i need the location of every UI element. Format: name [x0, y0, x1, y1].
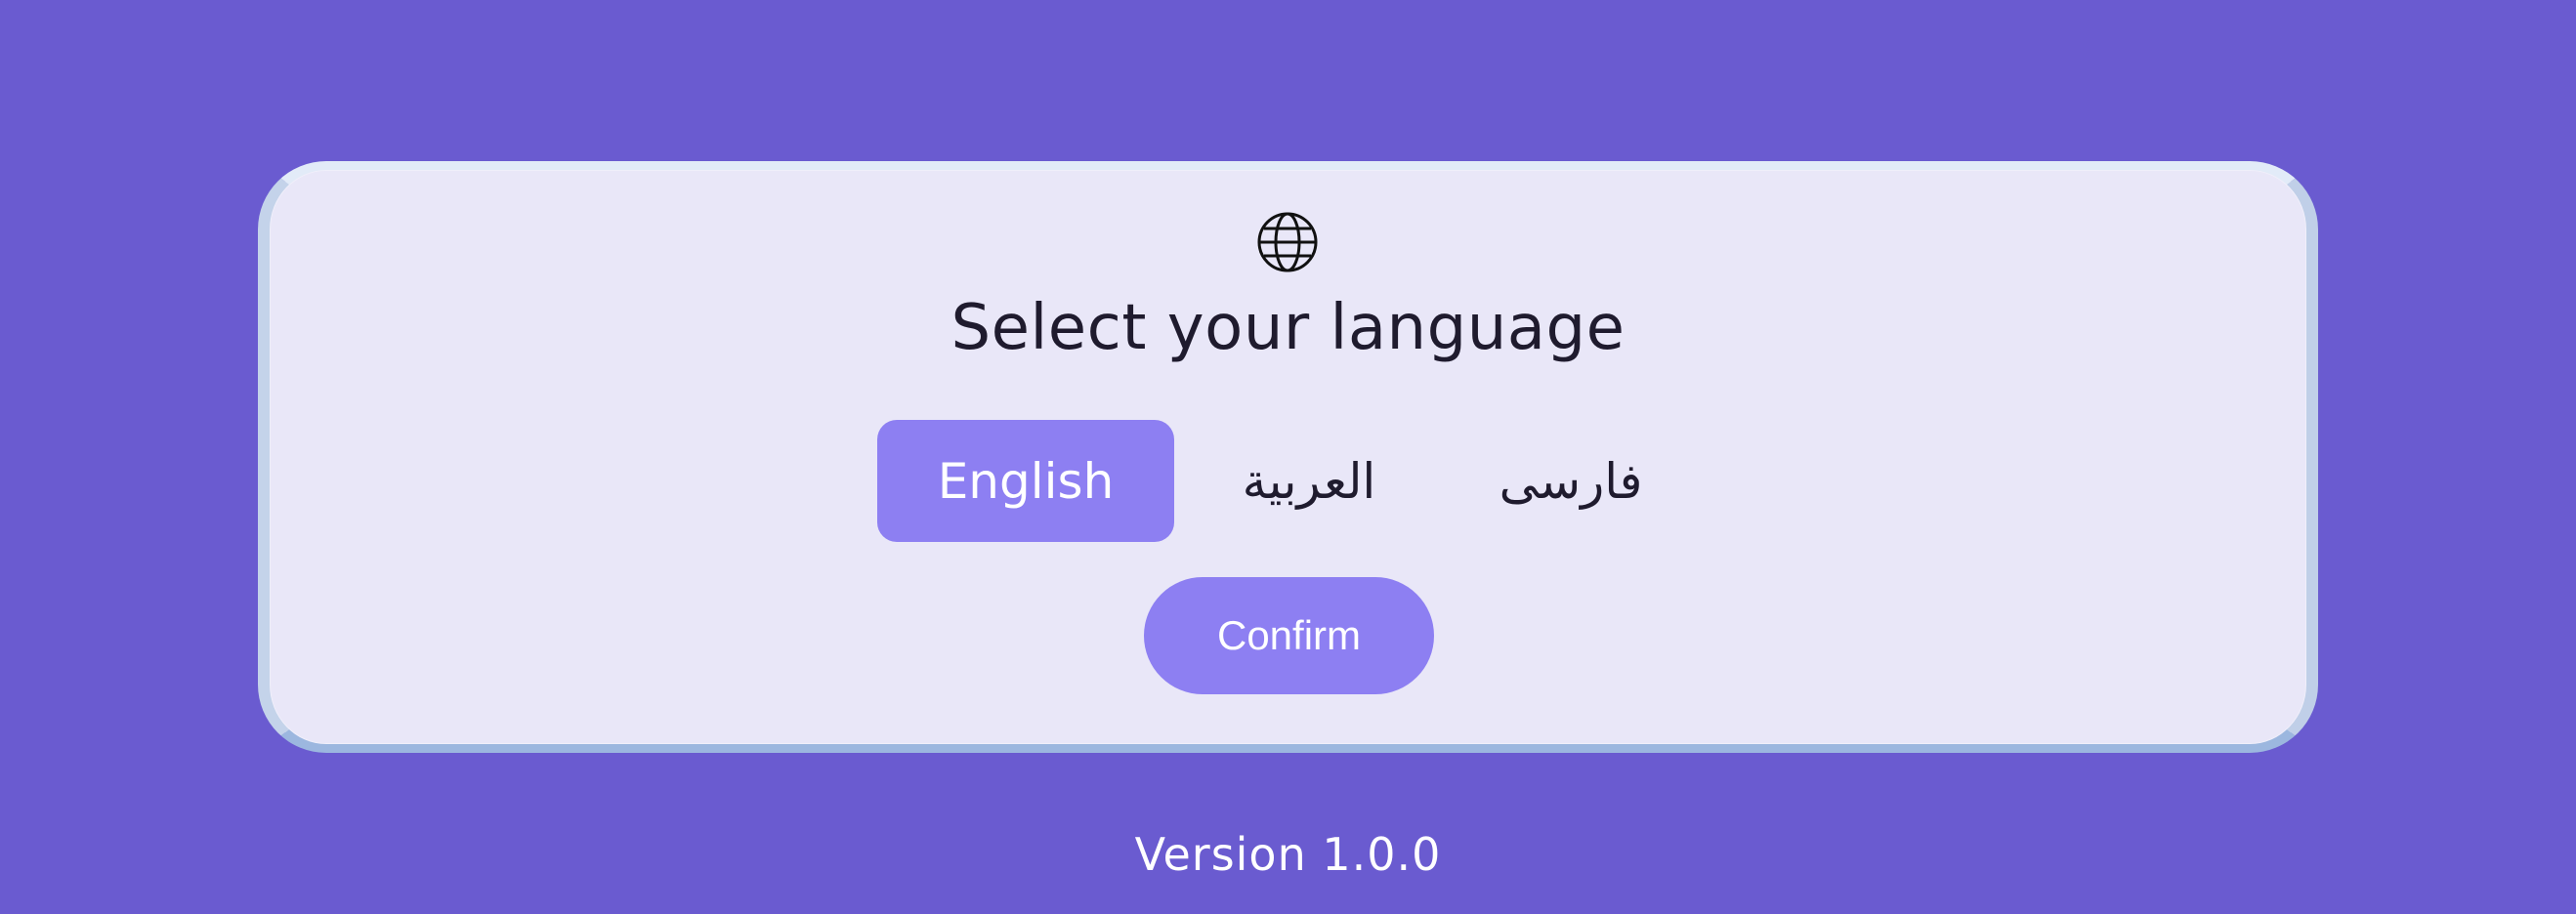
dialog-title: Select your language	[950, 292, 1626, 364]
language-label-english: English	[937, 452, 1115, 510]
language-option-english[interactable]: English	[877, 420, 1174, 542]
language-label-arabic: العربية	[1242, 452, 1376, 510]
language-selection-screen: Select your language English العربية فار…	[0, 0, 2576, 914]
globe-icon	[1257, 212, 1318, 272]
language-label-persian: فارسی	[1499, 452, 1643, 510]
language-option-persian[interactable]: فارسی	[1475, 420, 1667, 542]
language-option-arabic[interactable]: العربية	[1204, 420, 1415, 542]
confirm-button[interactable]: Confirm	[1144, 577, 1434, 694]
version-label: Version 1.0.0	[1134, 828, 1442, 881]
